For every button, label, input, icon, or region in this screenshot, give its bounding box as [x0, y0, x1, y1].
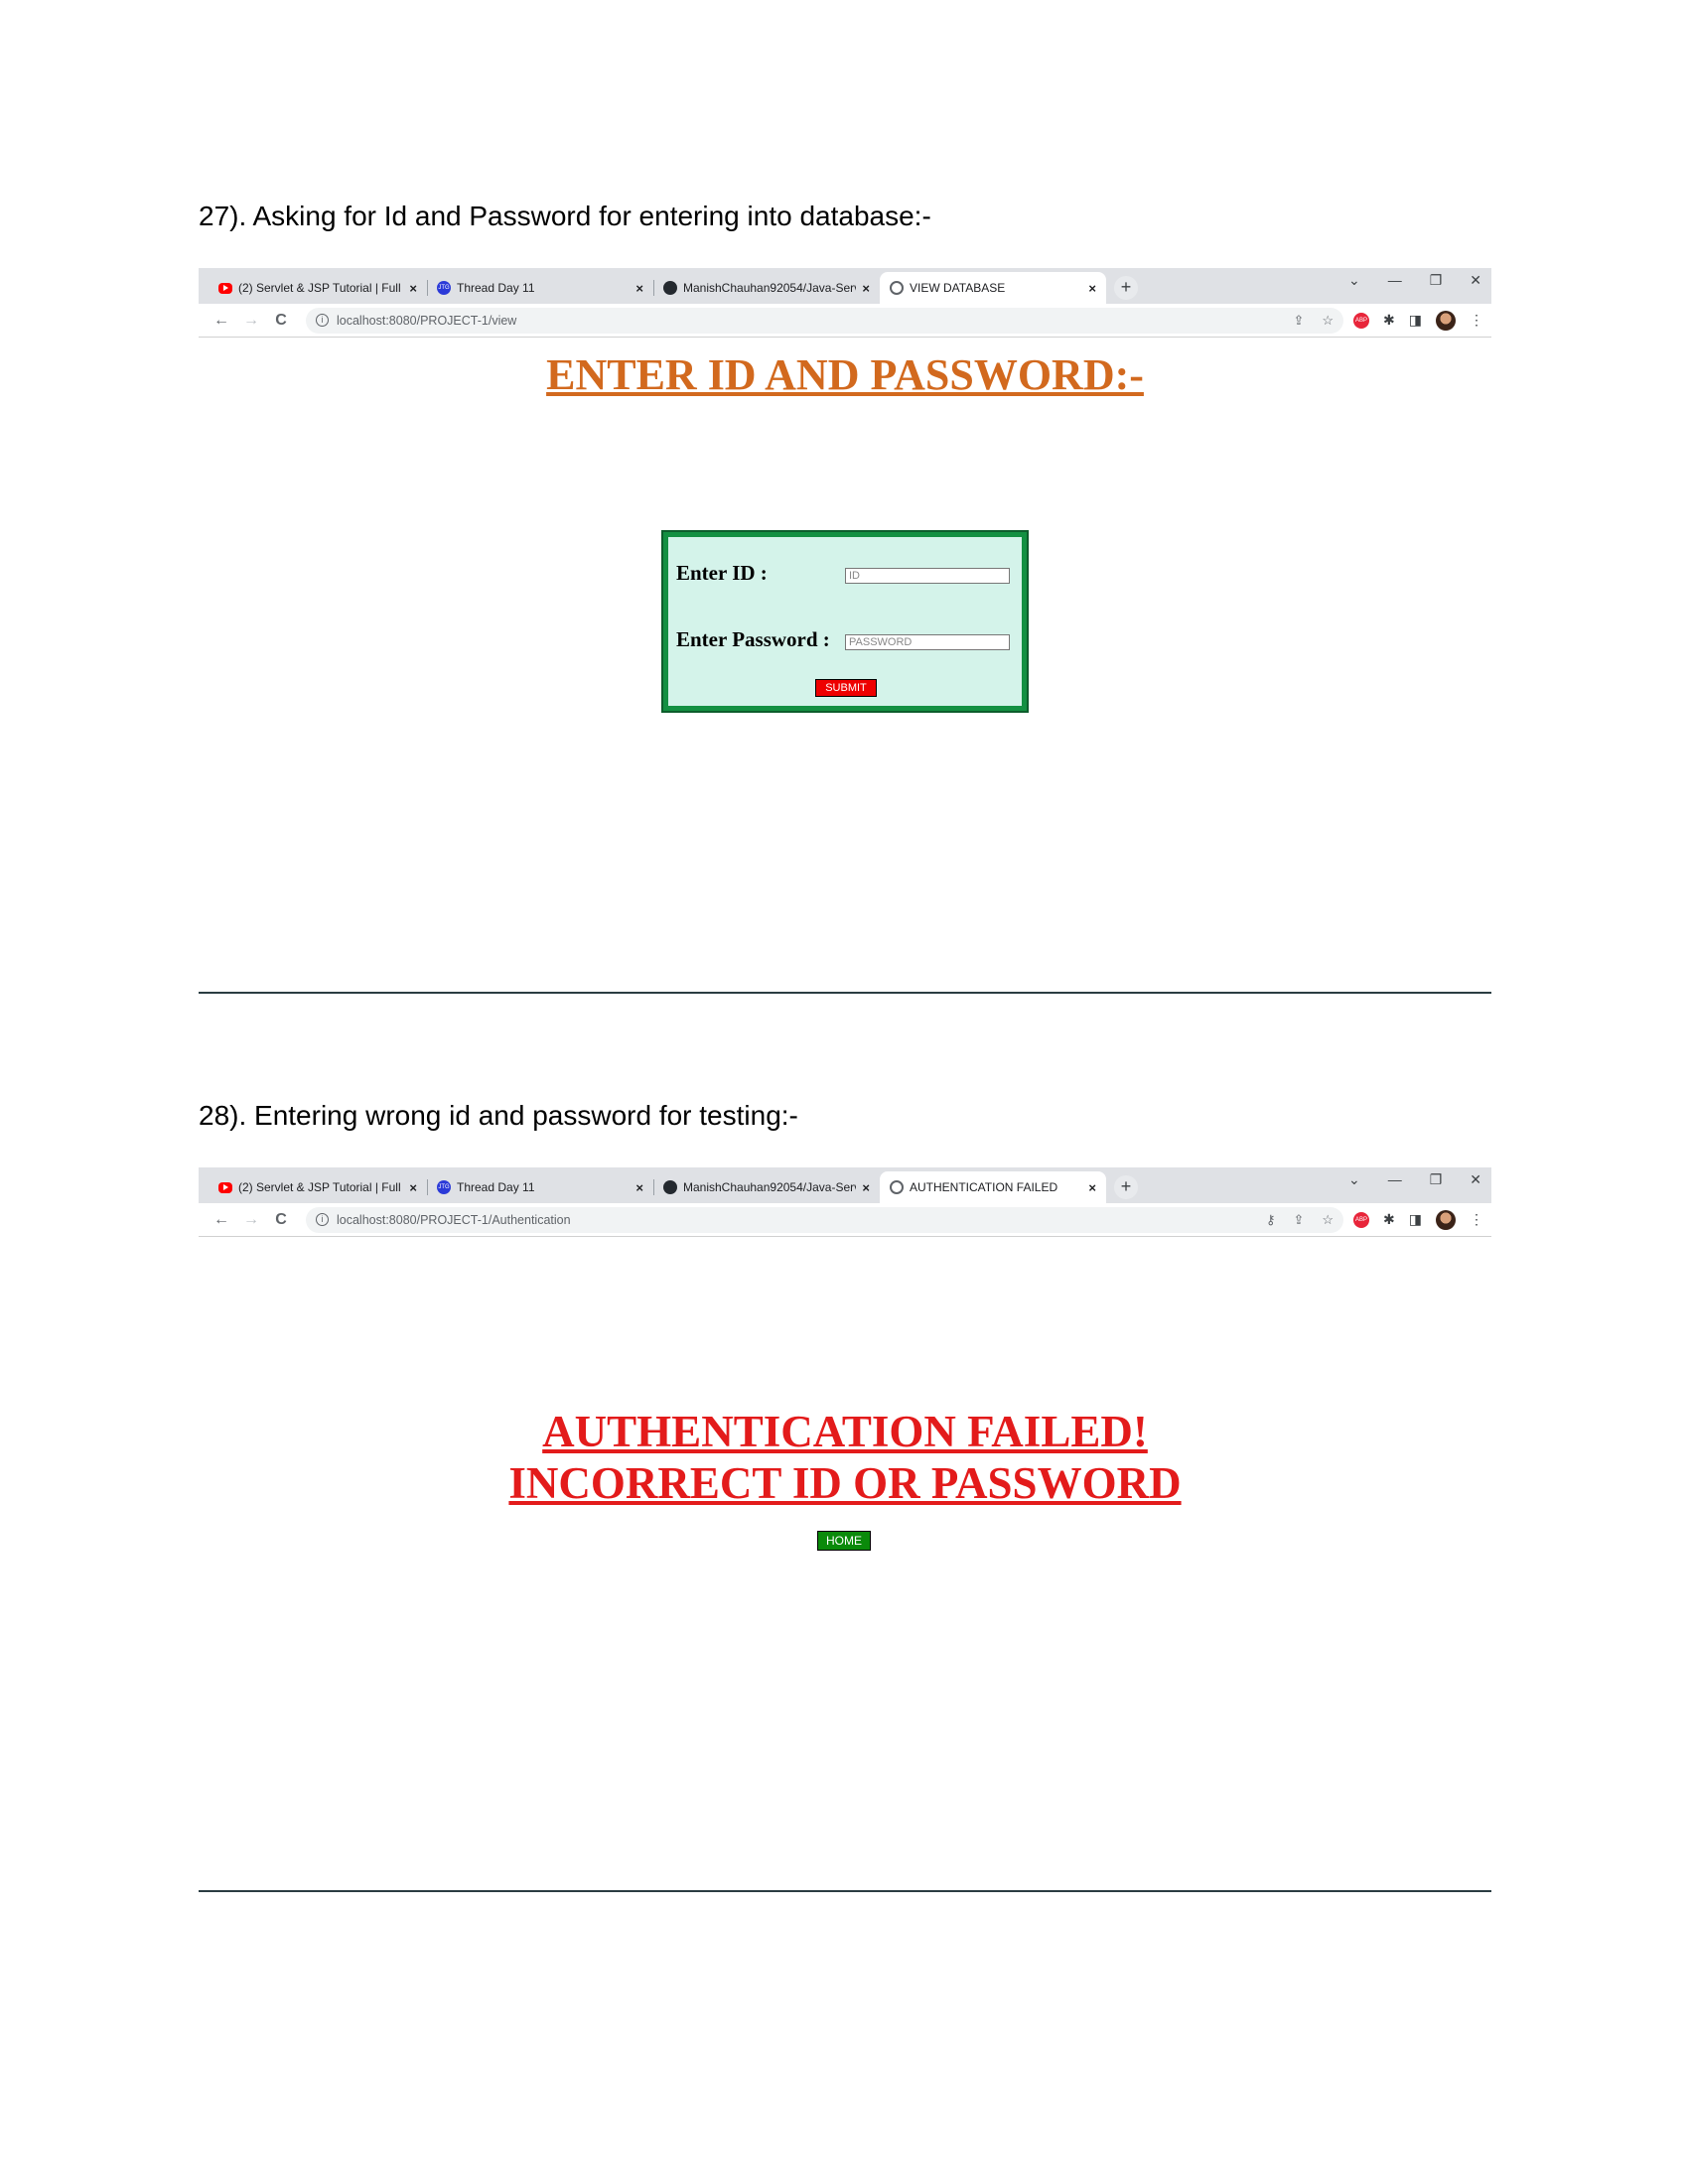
profile-avatar[interactable]: [1436, 1209, 1456, 1230]
new-tab-button[interactable]: +: [1114, 276, 1138, 300]
password-label: Enter Password :: [676, 627, 830, 651]
share-icon[interactable]: ⇪: [1293, 1212, 1304, 1228]
extensions-puzzle-icon[interactable]: ✱: [1383, 1211, 1395, 1228]
menu-icon[interactable]: ⋮: [1470, 1211, 1483, 1228]
side-panel-icon[interactable]: ◨: [1409, 312, 1422, 329]
tab-close-icon[interactable]: ×: [635, 1180, 643, 1195]
minimize-button[interactable]: —: [1388, 272, 1402, 289]
browser-toolbar: ← → C i localhost:8080/PROJECT-1/view ⇪ …: [199, 304, 1491, 338]
address-bar[interactable]: i localhost:8080/PROJECT-1/view ⇪ ☆: [306, 307, 1344, 334]
site-info-icon[interactable]: i: [316, 314, 329, 327]
browser-toolbar: ← → C i localhost:8080/PROJECT-1/Authent…: [199, 1203, 1491, 1237]
tab-github[interactable]: ManishChauhan92054/Java-Servl ×: [653, 1171, 880, 1203]
auth-failed-heading: AUTHENTICATION FAILED!: [542, 1407, 1148, 1456]
tab-search-icon[interactable]: ⌄: [1348, 272, 1360, 289]
browser-screenshot-view: (2) Servlet & JSP Tutorial | Full Co × J…: [199, 268, 1491, 713]
tab-strip: (2) Servlet & JSP Tutorial | Full Co × J…: [199, 1167, 1491, 1203]
tab-title: ManishChauhan92054/Java-Servl: [683, 281, 857, 295]
tab-close-icon[interactable]: ×: [1088, 1180, 1096, 1195]
address-bar[interactable]: i localhost:8080/PROJECT-1/Authenticatio…: [306, 1206, 1344, 1233]
github-icon: [663, 1180, 677, 1194]
url-text: localhost:8080/PROJECT-1/Authentication: [337, 1212, 571, 1227]
tab-title: ManishChauhan92054/Java-Servl: [683, 1180, 857, 1194]
site-info-icon[interactable]: i: [316, 1213, 329, 1226]
login-form: Enter ID : ID Enter Password : PASSWORD …: [661, 530, 1029, 713]
extension-icons: ABP ✱ ◨ ⋮: [1353, 1209, 1483, 1230]
section-divider: [199, 1890, 1491, 1892]
url-text: localhost:8080/PROJECT-1/view: [337, 313, 517, 328]
profile-avatar[interactable]: [1436, 310, 1456, 331]
tab-authentication-failed[interactable]: AUTHENTICATION FAILED ×: [880, 1171, 1106, 1203]
new-tab-button[interactable]: +: [1114, 1175, 1138, 1199]
globe-icon: [890, 1180, 904, 1194]
tab-close-icon[interactable]: ×: [635, 281, 643, 296]
page-viewport: AUTHENTICATION FAILED! INCORRECT ID OR P…: [199, 1237, 1491, 1565]
minimize-button[interactable]: —: [1388, 1171, 1402, 1188]
forward-button[interactable]: →: [236, 312, 266, 330]
section-divider: [199, 992, 1491, 994]
tab-title: (2) Servlet & JSP Tutorial | Full Co: [238, 281, 404, 295]
tab-title: VIEW DATABASE: [910, 281, 1006, 295]
restore-button[interactable]: ❐: [1430, 1171, 1443, 1188]
extension-icons: ABP ✱ ◨ ⋮: [1353, 310, 1483, 331]
tab-youtube[interactable]: (2) Servlet & JSP Tutorial | Full Co ×: [209, 272, 427, 304]
tab-title: Thread Day 11: [457, 281, 535, 295]
adblock-icon[interactable]: ABP: [1353, 312, 1370, 329]
tab-close-icon[interactable]: ×: [409, 1180, 417, 1195]
tab-close-icon[interactable]: ×: [409, 281, 417, 296]
tab-strip: (2) Servlet & JSP Tutorial | Full Co × J…: [199, 268, 1491, 304]
submit-button[interactable]: SUBMIT: [815, 679, 877, 697]
tab-thread[interactable]: JTG Thread Day 11 ×: [427, 1171, 653, 1203]
tab-github[interactable]: ManishChauhan92054/Java-Servl ×: [653, 272, 880, 304]
tab-title: Thread Day 11: [457, 1180, 535, 1194]
bookmark-star-icon[interactable]: ☆: [1322, 313, 1334, 329]
forward-button[interactable]: →: [236, 1211, 266, 1229]
adblock-icon[interactable]: ABP: [1353, 1211, 1370, 1228]
page-heading: ENTER ID AND PASSWORD:-: [546, 350, 1144, 399]
close-window-button[interactable]: ✕: [1470, 1171, 1481, 1188]
close-window-button[interactable]: ✕: [1470, 272, 1481, 289]
tab-close-icon[interactable]: ×: [1088, 281, 1096, 296]
caption-28: 28). Entering wrong id and password for …: [199, 1100, 798, 1131]
omnibox-actions: ⇪ ☆: [1293, 313, 1334, 329]
omnibox-actions: ⚷ ⇪ ☆: [1266, 1212, 1334, 1228]
restore-button[interactable]: ❐: [1430, 272, 1443, 289]
tab-youtube[interactable]: (2) Servlet & JSP Tutorial | Full Co ×: [209, 1171, 427, 1203]
side-panel-icon[interactable]: ◨: [1409, 1211, 1422, 1228]
extensions-puzzle-icon[interactable]: ✱: [1383, 312, 1395, 329]
key-icon[interactable]: ⚷: [1266, 1212, 1276, 1228]
reload-button[interactable]: C: [266, 1211, 296, 1229]
tab-search-icon[interactable]: ⌄: [1348, 1171, 1360, 1188]
password-input[interactable]: PASSWORD: [845, 634, 1010, 650]
thread-icon: JTG: [437, 1180, 451, 1194]
back-button[interactable]: ←: [207, 1211, 236, 1229]
github-icon: [663, 281, 677, 295]
tab-close-icon[interactable]: ×: [862, 1180, 870, 1195]
window-controls: ⌄ — ❐ ✕: [1348, 272, 1481, 289]
reload-button[interactable]: C: [266, 312, 296, 330]
browser-screenshot-auth: (2) Servlet & JSP Tutorial | Full Co × J…: [199, 1167, 1491, 1565]
page-viewport: ENTER ID AND PASSWORD:- Enter ID : ID En…: [199, 338, 1491, 713]
menu-icon[interactable]: ⋮: [1470, 312, 1483, 329]
caption-27: 27). Asking for Id and Password for ente…: [199, 201, 931, 231]
tab-close-icon[interactable]: ×: [862, 281, 870, 296]
id-label: Enter ID :: [676, 561, 768, 585]
tab-thread[interactable]: JTG Thread Day 11 ×: [427, 272, 653, 304]
tab-view-database[interactable]: VIEW DATABASE ×: [880, 272, 1106, 304]
globe-icon: [890, 281, 904, 295]
home-button[interactable]: HOME: [817, 1531, 871, 1551]
incorrect-credentials-heading: INCORRECT ID OR PASSWORD: [508, 1458, 1182, 1508]
tab-title: (2) Servlet & JSP Tutorial | Full Co: [238, 1180, 404, 1194]
browser-window: (2) Servlet & JSP Tutorial | Full Co × J…: [199, 268, 1491, 338]
tab-title: AUTHENTICATION FAILED: [910, 1180, 1058, 1194]
window-controls: ⌄ — ❐ ✕: [1348, 1171, 1481, 1188]
browser-window: (2) Servlet & JSP Tutorial | Full Co × J…: [199, 1167, 1491, 1237]
back-button[interactable]: ←: [207, 312, 236, 330]
thread-icon: JTG: [437, 281, 451, 295]
youtube-icon: [218, 1181, 232, 1193]
share-icon[interactable]: ⇪: [1293, 313, 1304, 329]
id-input[interactable]: ID: [845, 568, 1010, 584]
youtube-icon: [218, 282, 232, 294]
bookmark-star-icon[interactable]: ☆: [1322, 1212, 1334, 1228]
